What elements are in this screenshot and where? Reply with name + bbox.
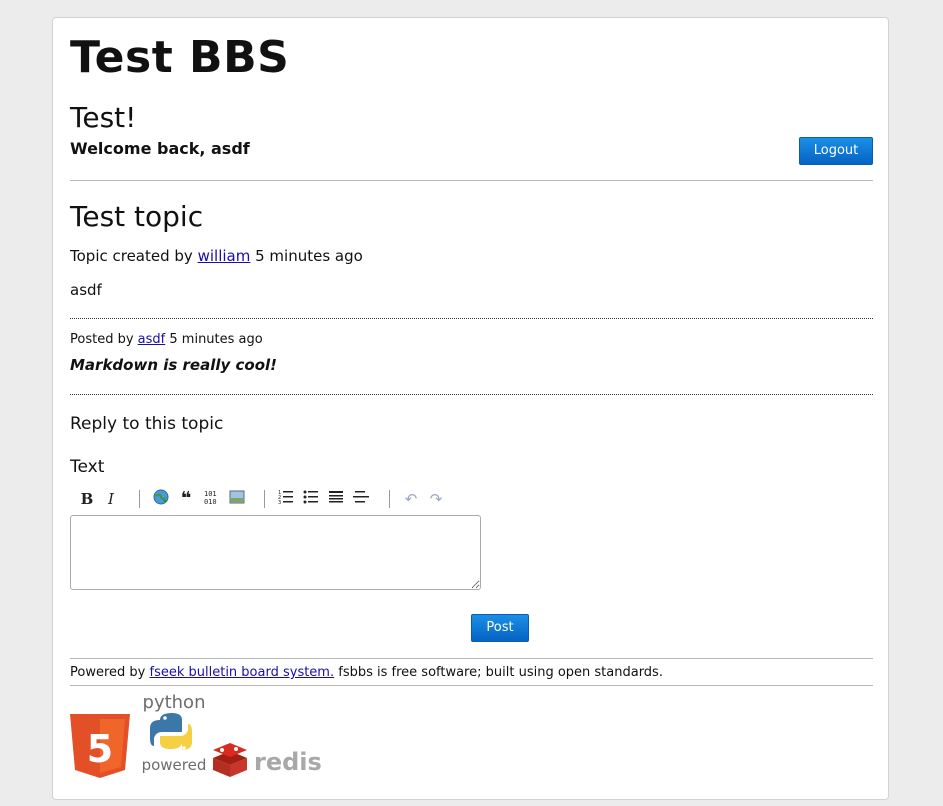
topic-meta-prefix: Topic created by bbox=[70, 247, 193, 265]
post-divider-top bbox=[70, 318, 873, 319]
italic-icon[interactable]: I bbox=[100, 488, 122, 510]
redo-icon[interactable]: ↷ bbox=[425, 488, 447, 510]
toolbar-separator bbox=[139, 490, 140, 508]
horizontal-rule-icon[interactable] bbox=[350, 488, 372, 510]
undo-icon[interactable]: ↶ bbox=[400, 488, 422, 510]
footer-suffix: fsbbs is free software; built using open… bbox=[338, 665, 663, 680]
footer-powered-prefix: Powered by bbox=[70, 665, 146, 680]
editor-toolbar: B I ❝ 101 010 123 ↶ ↷ bbox=[70, 488, 480, 512]
html5-logo-text: 5 bbox=[87, 727, 113, 771]
svg-text:3: 3 bbox=[278, 500, 281, 506]
bullet-list-icon[interactable] bbox=[300, 488, 322, 510]
post-author-link[interactable]: asdf bbox=[138, 332, 166, 347]
topic-author-link[interactable]: william bbox=[198, 247, 251, 265]
python-powered-logo: python powered bbox=[142, 692, 207, 774]
code-icon[interactable]: 101 010 bbox=[201, 488, 223, 510]
toolbar-separator bbox=[389, 490, 390, 508]
footer-badges: 5 python powered redis bbox=[70, 688, 330, 788]
heading-icon[interactable] bbox=[325, 488, 347, 510]
page-container: Test BBS Test! Welcome back, asdf Logout… bbox=[52, 17, 889, 800]
post-meta-prefix: Posted by bbox=[70, 332, 134, 347]
bold-icon[interactable]: B bbox=[76, 488, 98, 510]
post-meta-time: 5 minutes ago bbox=[169, 332, 263, 347]
quote-icon[interactable]: ❝ bbox=[175, 488, 197, 510]
text-field-label: Text bbox=[70, 457, 105, 477]
welcome-message: Welcome back, asdf bbox=[70, 139, 250, 158]
topic-body: asdf bbox=[70, 281, 102, 299]
site-subtitle: Test! bbox=[70, 101, 137, 134]
toolbar-separator bbox=[264, 490, 265, 508]
topic-title: Test topic bbox=[70, 200, 204, 233]
svg-text:010: 010 bbox=[204, 498, 217, 506]
footer-project-link[interactable]: fseek bulletin board system. bbox=[150, 665, 335, 680]
topic-meta-time: 5 minutes ago bbox=[255, 247, 363, 265]
post-divider-bottom bbox=[70, 394, 873, 395]
reply-heading: Reply to this topic bbox=[70, 414, 224, 434]
logout-button[interactable]: Logout bbox=[799, 137, 873, 165]
ordered-list-icon[interactable]: 123 bbox=[275, 488, 297, 510]
topic-meta: Topic created by william 5 minutes ago bbox=[70, 247, 363, 265]
redis-badge-text: redis bbox=[254, 748, 322, 776]
post-button[interactable]: Post bbox=[471, 614, 529, 642]
footer-divider-bottom bbox=[70, 685, 873, 686]
footer-text: Powered by fseek bulletin board system. … bbox=[70, 665, 663, 680]
reply-text-input[interactable] bbox=[70, 515, 481, 590]
link-icon[interactable] bbox=[150, 488, 172, 510]
redis-logo: redis bbox=[213, 743, 322, 777]
footer-divider-top bbox=[70, 658, 873, 659]
header-divider bbox=[70, 180, 873, 181]
badges-graphic: 5 python powered redis bbox=[70, 692, 322, 778]
site-title: Test BBS bbox=[70, 32, 290, 83]
python-badge-bottom: powered bbox=[142, 756, 207, 774]
post-meta: Posted by asdf 5 minutes ago bbox=[70, 332, 263, 347]
python-badge-top: python bbox=[143, 692, 206, 713]
html5-logo: 5 bbox=[70, 714, 130, 778]
image-icon[interactable] bbox=[226, 488, 248, 510]
svg-text:101: 101 bbox=[204, 490, 217, 498]
post-body: Markdown is really cool! bbox=[70, 356, 277, 374]
